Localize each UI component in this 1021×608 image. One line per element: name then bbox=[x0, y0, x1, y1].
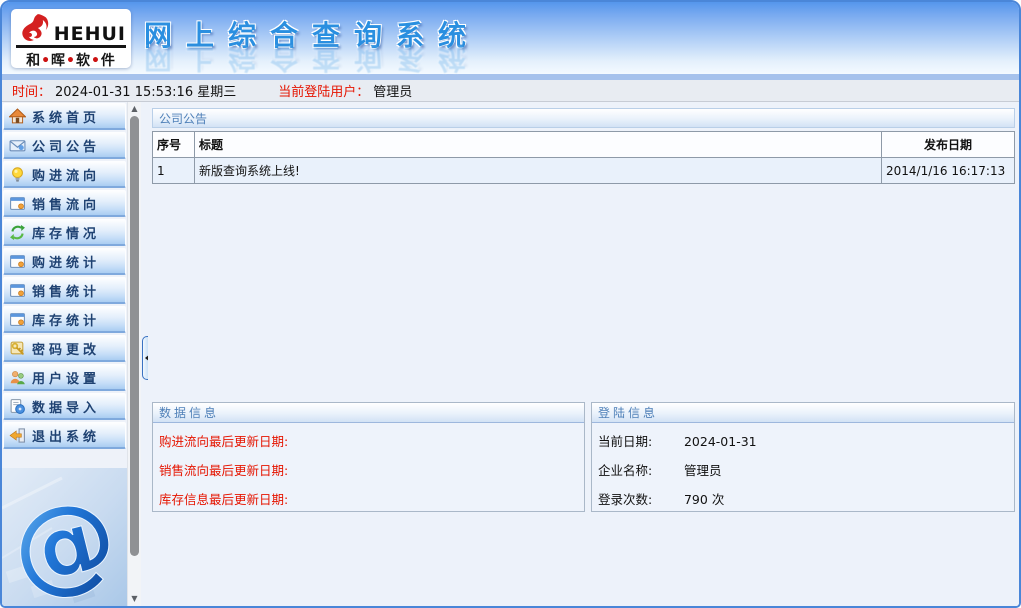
sidebar: 系统首页 公司公告 bbox=[2, 102, 127, 606]
sidebar-item-data-import[interactable]: 数据导入 bbox=[3, 393, 126, 420]
sidebar-item-user-settings[interactable]: 用户设置 bbox=[3, 364, 126, 391]
sidebar-item-label: 库存情况 bbox=[32, 223, 100, 242]
scroll-up-icon[interactable]: ▲ bbox=[128, 102, 141, 116]
sidebar-item-password-change[interactable]: 密码更改 bbox=[3, 335, 126, 362]
scroll-down-icon[interactable]: ▼ bbox=[128, 592, 141, 606]
refresh-icon bbox=[9, 224, 26, 241]
sidebar-item-label: 系统首页 bbox=[32, 107, 100, 126]
app-window: HEHUI 和•晖•软•件 网上综合查询系统 网上综合查询系统 时间： 2024… bbox=[0, 0, 1021, 608]
mail-icon bbox=[9, 137, 26, 154]
sidebar-item-announcements[interactable]: 公司公告 bbox=[3, 132, 126, 159]
sidebar-item-inventory-status[interactable]: 库存情况 bbox=[3, 219, 126, 246]
sidebar-item-label: 销售流向 bbox=[32, 194, 100, 213]
brand-name: HEHUI bbox=[54, 24, 126, 44]
sidebar-item-label: 销售统计 bbox=[32, 281, 100, 300]
sidebar-item-logout[interactable]: 退出系统 bbox=[3, 422, 126, 449]
brand-chinese: 和•晖•软•件 bbox=[16, 50, 126, 70]
sidebar-item-purchase-flow[interactable]: 购进流向 bbox=[3, 161, 126, 188]
sidebar-item-label: 公司公告 bbox=[32, 136, 100, 155]
sidebar-item-inventory-stats[interactable]: 库存统计 bbox=[3, 306, 126, 333]
company-logo: HEHUI 和•晖•软•件 bbox=[11, 9, 131, 68]
home-icon bbox=[9, 108, 26, 125]
current-date-label: 当前日期: bbox=[598, 431, 680, 450]
bottom-panels: 数据信息 购进流向最后更新日期: 销售流向最后更新日期: 库存信息最后更新日期:… bbox=[152, 402, 1015, 512]
app-title-wrap: 网上综合查询系统 网上综合查询系统 bbox=[144, 14, 480, 54]
sidebar-item-label: 购进统计 bbox=[32, 252, 100, 271]
sidebar-item-purchase-stats[interactable]: 购进统计 bbox=[3, 248, 126, 275]
main-content: 公司公告 序号 标题 发布日期 1 新版查询系统上线! 2014/1/ bbox=[148, 102, 1019, 606]
login-info-panel: 登陆信息 当前日期: 2024-01-31 企业名称: 管理员 登录次数: 79… bbox=[591, 402, 1015, 512]
company-name-value: 管理员 bbox=[684, 463, 722, 478]
table-header-row: 序号 标题 发布日期 bbox=[153, 132, 1015, 158]
column-header-date: 发布日期 bbox=[882, 132, 1015, 158]
cell-date: 2014/1/16 16:17:13 bbox=[882, 158, 1015, 184]
login-count-row: 登录次数: 790 次 bbox=[592, 481, 1014, 510]
login-count-label: 登录次数: bbox=[598, 489, 680, 508]
logo-top-row: HEHUI bbox=[16, 12, 126, 48]
inventory-update-line: 库存信息最后更新日期: bbox=[153, 481, 584, 510]
announcements-table: 序号 标题 发布日期 1 新版查询系统上线! 2014/1/16 16:17:1… bbox=[152, 131, 1015, 184]
app-header: HEHUI 和•晖•软•件 网上综合查询系统 网上综合查询系统 bbox=[2, 2, 1019, 74]
sidebar-item-home[interactable]: 系统首页 bbox=[3, 103, 126, 130]
announcements-panel-title: 公司公告 bbox=[152, 108, 1015, 128]
sidebar-scrollbar[interactable]: ▲ ▼ bbox=[127, 102, 141, 606]
column-header-no: 序号 bbox=[153, 132, 195, 158]
current-date-value: 2024-01-31 bbox=[684, 434, 757, 449]
data-info-panel: 数据信息 购进流向最后更新日期: 销售流向最后更新日期: 库存信息最后更新日期: bbox=[152, 402, 585, 512]
bulb-icon bbox=[9, 166, 26, 183]
window-icon bbox=[9, 311, 26, 328]
exit-icon bbox=[9, 427, 26, 444]
table-row[interactable]: 1 新版查询系统上线! 2014/1/16 16:17:13 bbox=[153, 158, 1015, 184]
sidebar-item-label: 密码更改 bbox=[32, 339, 100, 358]
sidebar-item-sales-flow[interactable]: 销售流向 bbox=[3, 190, 126, 217]
sidebar-item-label: 购进流向 bbox=[32, 165, 100, 184]
announcements-panel: 公司公告 序号 标题 发布日期 1 新版查询系统上线! 2014/1/ bbox=[152, 108, 1015, 184]
company-name-row: 企业名称: 管理员 bbox=[592, 452, 1014, 481]
current-user-value: 管理员 bbox=[373, 81, 412, 100]
status-bar: 时间： 2024-01-31 15:53:16 星期三 当前登陆用户： 管理员 bbox=[2, 80, 1019, 102]
time-label: 时间： bbox=[12, 81, 51, 100]
users-icon bbox=[9, 369, 26, 386]
time-value: 2024-01-31 15:53:16 星期三 bbox=[55, 81, 236, 100]
current-user-label: 当前登陆用户： bbox=[278, 81, 369, 100]
company-name-label: 企业名称: bbox=[598, 460, 680, 479]
column-header-title: 标题 bbox=[195, 132, 882, 158]
login-count-value: 790 次 bbox=[684, 492, 724, 507]
window-icon bbox=[9, 253, 26, 270]
at-symbol-watermark: @ bbox=[2, 468, 127, 606]
sidebar-item-sales-stats[interactable]: 销售统计 bbox=[3, 277, 126, 304]
sidebar-item-label: 退出系统 bbox=[32, 426, 100, 445]
sidebar-item-label: 库存统计 bbox=[32, 310, 100, 329]
window-icon bbox=[9, 282, 26, 299]
import-icon bbox=[9, 398, 26, 415]
current-date-row: 当前日期: 2024-01-31 bbox=[592, 423, 1014, 452]
sidebar-item-label: 数据导入 bbox=[32, 397, 100, 416]
sidebar-item-label: 用户设置 bbox=[32, 368, 100, 387]
page-title-reflection: 网上综合查询系统 bbox=[144, 40, 480, 80]
flame-icon bbox=[16, 12, 54, 44]
key-icon bbox=[9, 340, 26, 357]
login-info-panel-title: 登陆信息 bbox=[592, 403, 1014, 423]
scrollbar-thumb[interactable] bbox=[130, 116, 139, 556]
cell-title[interactable]: 新版查询系统上线! bbox=[195, 158, 882, 184]
sales-flow-update-line: 销售流向最后更新日期: bbox=[153, 452, 584, 481]
body-row: 系统首页 公司公告 bbox=[2, 102, 1019, 606]
window-icon bbox=[9, 195, 26, 212]
purchase-flow-update-line: 购进流向最后更新日期: bbox=[153, 423, 584, 452]
sidebar-menu: 系统首页 公司公告 bbox=[2, 102, 127, 449]
cell-no: 1 bbox=[153, 158, 195, 184]
data-info-panel-title: 数据信息 bbox=[153, 403, 584, 423]
